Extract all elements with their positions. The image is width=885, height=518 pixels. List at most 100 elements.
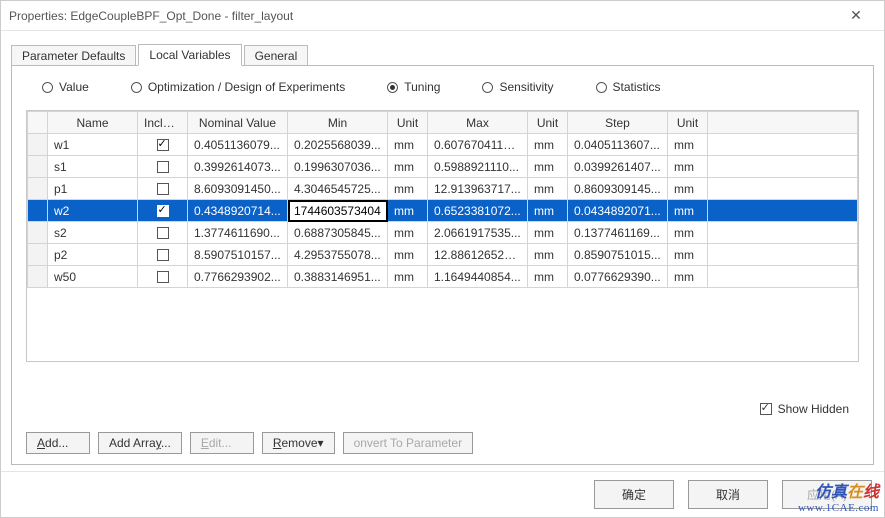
cell-name[interactable]: w50 (48, 266, 138, 288)
add-array-button[interactable]: Add Array... (98, 432, 182, 454)
col-header[interactable]: Max (428, 112, 528, 134)
table-row[interactable]: p28.5907510157...4.2953755078...mm12.886… (28, 244, 858, 266)
cell-unit[interactable]: mm (528, 156, 568, 178)
cell-include[interactable] (138, 200, 188, 222)
edit-button[interactable]: Edit... (190, 432, 254, 454)
cell-step[interactable]: 0.0434892071... (568, 200, 668, 222)
cell-nominal[interactable]: 0.4051136079... (188, 134, 288, 156)
cell-include[interactable] (138, 244, 188, 266)
row-handle[interactable] (28, 134, 48, 156)
cell-name[interactable]: s2 (48, 222, 138, 244)
close-icon[interactable]: ✕ (836, 7, 876, 24)
cell-unit[interactable]: mm (388, 200, 428, 222)
col-header[interactable] (28, 112, 48, 134)
cell-name[interactable]: s1 (48, 156, 138, 178)
cell-nominal[interactable]: 0.3992614073... (188, 156, 288, 178)
cell-unit[interactable]: mm (668, 244, 708, 266)
cell-unit[interactable]: mm (388, 266, 428, 288)
cell-nominal[interactable]: 8.5907510157... (188, 244, 288, 266)
include-checkbox[interactable] (157, 139, 169, 151)
cell-step[interactable]: 0.0399261407... (568, 156, 668, 178)
cell-name[interactable]: p2 (48, 244, 138, 266)
include-checkbox[interactable] (157, 227, 169, 239)
cell-min[interactable]: 4.2953755078... (288, 244, 388, 266)
cell-unit[interactable]: mm (668, 156, 708, 178)
cell-name[interactable]: w2 (48, 200, 138, 222)
cell-unit[interactable]: mm (528, 244, 568, 266)
cell-min[interactable]: 1744603573404 (288, 200, 388, 222)
table-row[interactable]: w500.7766293902...0.3883146951...mm1.164… (28, 266, 858, 288)
cell-include[interactable] (138, 266, 188, 288)
cell-step[interactable]: 0.8590751015... (568, 244, 668, 266)
cell-name[interactable]: w1 (48, 134, 138, 156)
tab-general[interactable]: General (244, 45, 309, 66)
cell-unit[interactable]: mm (388, 244, 428, 266)
row-handle[interactable] (28, 244, 48, 266)
radio-tuning[interactable]: Tuning (387, 80, 440, 94)
cell-step[interactable]: 0.0405113607... (568, 134, 668, 156)
radio-sensitivity[interactable]: Sensitivity (482, 80, 553, 94)
cancel-button[interactable]: 取消 (688, 480, 768, 509)
cell-unit[interactable]: mm (668, 200, 708, 222)
cell-max[interactable]: 0.5988921110... (428, 156, 528, 178)
ok-button[interactable]: 确定 (594, 480, 674, 509)
cell-unit[interactable]: mm (388, 134, 428, 156)
cell-unit[interactable]: mm (668, 266, 708, 288)
cell-unit[interactable]: mm (528, 266, 568, 288)
col-header[interactable]: Unit (668, 112, 708, 134)
cell-min[interactable]: 0.6887305845... (288, 222, 388, 244)
table-row[interactable]: w10.4051136079...0.2025568039...mm0.6076… (28, 134, 858, 156)
cell-include[interactable] (138, 156, 188, 178)
col-header[interactable]: Unit (528, 112, 568, 134)
cell-include[interactable] (138, 178, 188, 200)
radio-value[interactable]: Value (42, 80, 89, 94)
cell-step[interactable]: 0.1377461169... (568, 222, 668, 244)
cell-name[interactable]: p1 (48, 178, 138, 200)
add-button[interactable]: Add... (26, 432, 90, 454)
col-header[interactable]: Step (568, 112, 668, 134)
cell-max[interactable]: 1.1649440854... (428, 266, 528, 288)
row-handle[interactable] (28, 266, 48, 288)
cell-unit[interactable]: mm (388, 156, 428, 178)
cell-nominal[interactable]: 1.3774611690... (188, 222, 288, 244)
include-checkbox[interactable] (157, 271, 169, 283)
row-handle[interactable] (28, 156, 48, 178)
cell-max[interactable]: 0.607670411921 (428, 134, 528, 156)
cell-step[interactable]: 0.0776629390... (568, 266, 668, 288)
cell-include[interactable] (138, 134, 188, 156)
cell-nominal[interactable]: 0.7766293902... (188, 266, 288, 288)
table-row[interactable]: s10.3992614073...0.1996307036...mm0.5988… (28, 156, 858, 178)
col-header[interactable] (708, 112, 858, 134)
radio-statistics[interactable]: Statistics (596, 80, 661, 94)
col-header[interactable]: Include (138, 112, 188, 134)
show-hidden-checkbox[interactable]: Show Hidden (760, 402, 849, 416)
cell-max[interactable]: 2.0661917535... (428, 222, 528, 244)
col-header[interactable]: Unit (388, 112, 428, 134)
tab-parameter-defaults[interactable]: Parameter Defaults (11, 45, 136, 66)
row-handle[interactable] (28, 178, 48, 200)
tab-local-variables[interactable]: Local Variables (138, 44, 241, 66)
include-checkbox[interactable] (157, 205, 169, 217)
cell-unit[interactable]: mm (528, 200, 568, 222)
cell-unit[interactable]: mm (668, 178, 708, 200)
cell-unit[interactable]: mm (528, 222, 568, 244)
variables-table-container[interactable]: NameIncludeNominal ValueMinUnitMaxUnitSt… (26, 110, 859, 362)
cell-step[interactable]: 0.8609309145... (568, 178, 668, 200)
cell-unit[interactable]: mm (528, 134, 568, 156)
cell-min[interactable]: 0.3883146951... (288, 266, 388, 288)
cell-max[interactable]: 12.88612652367 (428, 244, 528, 266)
table-row[interactable]: p18.6093091450...4.3046545725...mm12.913… (28, 178, 858, 200)
convert-to-parameter-button[interactable]: onvert To Parameter (343, 432, 474, 454)
col-header[interactable]: Nominal Value (188, 112, 288, 134)
include-checkbox[interactable] (157, 183, 169, 195)
cell-max[interactable]: 12.913963717... (428, 178, 528, 200)
apply-button[interactable]: 应用(A) (782, 480, 872, 509)
radio-optimization[interactable]: Optimization / Design of Experiments (131, 80, 345, 94)
row-handle[interactable] (28, 200, 48, 222)
cell-unit[interactable]: mm (528, 178, 568, 200)
col-header[interactable]: Min (288, 112, 388, 134)
remove-button[interactable]: Remove▾ (262, 432, 335, 454)
col-header[interactable]: Name (48, 112, 138, 134)
cell-min[interactable]: 0.1996307036... (288, 156, 388, 178)
cell-include[interactable] (138, 222, 188, 244)
